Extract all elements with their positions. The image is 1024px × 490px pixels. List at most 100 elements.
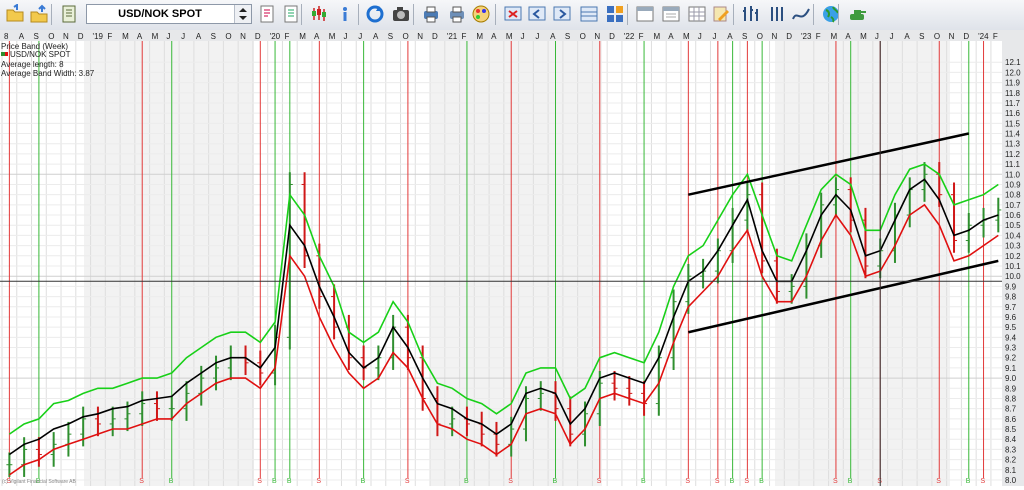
signal-label: B	[641, 478, 646, 485]
price-tick-label: 11.7	[1005, 99, 1021, 108]
price-tick-label: 8.9	[1005, 384, 1017, 393]
price-tick-label: 9.8	[1005, 293, 1017, 302]
calendar-week-button[interactable]	[660, 3, 682, 25]
signal-label: S	[508, 478, 513, 485]
notebook-button[interactable]	[58, 3, 80, 25]
candles-button[interactable]	[308, 3, 330, 25]
price-tick-label: 11.9	[1005, 79, 1021, 88]
month-label: '19	[93, 32, 104, 41]
month-label: J	[890, 32, 894, 41]
month-label: A	[314, 32, 320, 41]
price-tick-label: 8.3	[1005, 445, 1017, 454]
price-tick-label: 9.6	[1005, 313, 1017, 322]
info-button[interactable]	[334, 3, 356, 25]
signal-label: B	[730, 478, 735, 485]
price-tick-label: 8.7	[1005, 405, 1017, 414]
panel-button[interactable]	[578, 3, 600, 25]
signal-label: S	[405, 478, 410, 485]
month-label: A	[137, 32, 143, 41]
camera-button[interactable]	[390, 3, 412, 25]
month-label: A	[845, 32, 851, 41]
report-button[interactable]	[256, 3, 278, 25]
symbol-spinner[interactable]	[234, 5, 251, 23]
month-label: J	[535, 32, 539, 41]
price-tick-label: 9.5	[1005, 323, 1017, 332]
signal-label: S	[833, 478, 838, 485]
bar-chart-button[interactable]	[740, 3, 762, 25]
signal-label: B	[272, 478, 277, 485]
spinner-arrows-icon	[239, 8, 247, 20]
line-chart-button[interactable]	[790, 3, 812, 25]
price-tick-label: 8.8	[1005, 394, 1017, 403]
month-label: N	[240, 32, 246, 41]
print-button[interactable]	[420, 3, 442, 25]
calendar-day-button[interactable]	[634, 3, 656, 25]
price-tick-label: 10.1	[1005, 262, 1021, 271]
month-label: D	[609, 32, 615, 41]
signal-label: B	[848, 478, 853, 485]
bars-button[interactable]	[766, 3, 788, 25]
signal-label: S	[981, 478, 986, 485]
toolbar-separator	[51, 4, 52, 25]
signal-label: B	[966, 478, 971, 485]
month-label: J	[166, 32, 170, 41]
month-label: O	[225, 32, 231, 41]
edit-button[interactable]	[710, 3, 732, 25]
open-folder-icon	[6, 4, 24, 22]
refresh-button[interactable]	[364, 3, 386, 25]
chart-canvas[interactable]: SBSBSBBSBSBSBSBSSBSBSBSSBS 8 A S O N D '19 F M A M…	[0, 30, 1024, 486]
price-tick-label: 10.4	[1005, 231, 1021, 240]
color-button[interactable]	[470, 3, 492, 25]
info-icon	[343, 7, 347, 21]
printer-button[interactable]	[446, 3, 468, 25]
month-label: D	[78, 32, 84, 41]
print-list-button[interactable]	[280, 3, 302, 25]
signal-label: S	[715, 478, 720, 485]
month-label: A	[19, 32, 25, 41]
month-label: M	[506, 32, 513, 41]
tank-button[interactable]	[846, 3, 868, 25]
grid-icon	[607, 6, 623, 22]
edit-icon	[713, 6, 729, 22]
month-label: O	[403, 32, 409, 41]
open-button[interactable]	[28, 3, 50, 25]
month-label: '21	[447, 32, 458, 41]
month-label: M	[329, 32, 336, 41]
month-label: S	[211, 32, 216, 41]
price-chart[interactable]: SBSBSBBSBSBSBSBSSBSBSBSSBS 8 A S O N D '19 F M A M…	[0, 30, 1024, 486]
symbol-selector[interactable]: USD/NOK SPOT	[86, 4, 252, 24]
toolbar-separator	[627, 4, 628, 25]
calendar-day-icon	[636, 6, 654, 22]
price-tick-label: 8.4	[1005, 435, 1017, 444]
zoom-out-button[interactable]	[502, 3, 524, 25]
price-tick-label: 8.2	[1005, 456, 1017, 465]
print-icon	[424, 6, 438, 23]
signal-label: S	[316, 478, 321, 485]
month-label: F	[284, 32, 289, 41]
month-label: S	[34, 32, 39, 41]
symbol-text: USD/NOK SPOT	[118, 8, 202, 20]
scroll-right-button[interactable]	[551, 3, 573, 25]
grid-button[interactable]	[604, 3, 626, 25]
scroll-left-button[interactable]	[526, 3, 548, 25]
month-label: A	[373, 32, 379, 41]
month-label: F	[816, 32, 821, 41]
month-label: D	[786, 32, 792, 41]
open-folder-button[interactable]	[4, 3, 26, 25]
calendar-month-button[interactable]	[686, 3, 708, 25]
month-label: O	[757, 32, 763, 41]
month-label: S	[742, 32, 747, 41]
toolbar-separator	[813, 4, 814, 25]
signal-label: B	[361, 478, 366, 485]
month-label: M	[299, 32, 306, 41]
month-label: M	[122, 32, 129, 41]
bar-chart-icon	[743, 6, 758, 21]
average-band-width-label: Average Band Width: 3.87	[1, 69, 95, 78]
report-icon	[260, 5, 274, 23]
price-tick-label: 12.1	[1005, 58, 1021, 67]
price-tick-label: 12.0	[1005, 68, 1021, 77]
price-tick-label: 9.9	[1005, 282, 1017, 291]
price-tick-label: 11.0	[1005, 170, 1021, 179]
print-list-icon	[284, 5, 298, 23]
price-tick-label: 11.1	[1005, 160, 1021, 169]
